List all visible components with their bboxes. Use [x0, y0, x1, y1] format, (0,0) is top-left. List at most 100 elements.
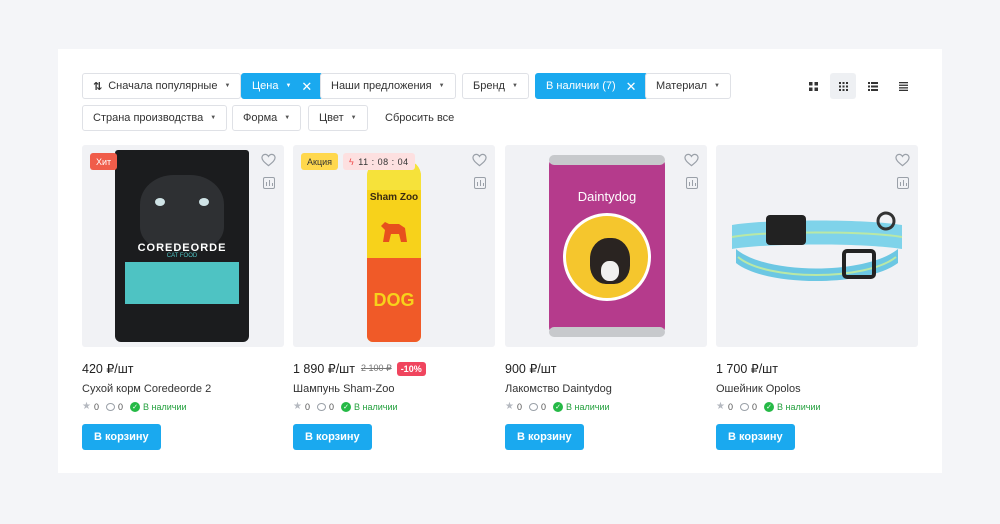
add-to-cart-button[interactable]: В корзину — [716, 424, 795, 450]
price-row: 1 700 ₽/шт — [716, 361, 778, 376]
product-meta: ★ 0 0 ✓ В наличии — [82, 401, 194, 412]
pack-sub-text: CAT FOOD — [166, 253, 198, 259]
comment-icon — [739, 402, 749, 411]
star-icon: ★ — [505, 401, 514, 412]
product-image[interactable]: Sham Zoo DOG Акция ϟ 11 : 08 : 04 — [293, 145, 495, 347]
product-photo-bottle: Sham Zoo DOG — [367, 160, 421, 342]
pack-brand-text: Sham Zoo — [369, 192, 419, 203]
filter-brand-label: Бренд — [473, 80, 505, 92]
filter-country[interactable]: Страна производства ▼ — [82, 105, 228, 131]
star-icon: ★ — [82, 401, 91, 412]
filter-shape[interactable]: Форма ▼ — [232, 105, 302, 131]
pack-sub-text: DOG — [373, 290, 415, 310]
reviews-count: 0 — [751, 401, 757, 412]
filter-offers[interactable]: Наши предложения ▼ — [320, 73, 456, 99]
table-icon — [898, 81, 908, 91]
filter-in-stock-label: В наличии (7) — [546, 80, 616, 92]
compare-icon[interactable] — [474, 177, 486, 189]
reviews-count: 0 — [328, 401, 334, 412]
caret-down-icon: ▼ — [224, 83, 231, 89]
filter-offers-label: Наши предложения — [331, 80, 432, 92]
view-grid-small-button[interactable] — [830, 73, 856, 99]
filter-in-stock[interactable]: В наличии (7) ✕ — [535, 73, 648, 99]
compare-icon[interactable] — [897, 177, 909, 189]
price-row: 1 890 ₽/шт 2 100 ₽ -10% — [293, 361, 426, 376]
product-name[interactable]: Лакомство Daintydog — [505, 383, 612, 395]
caret-down-icon: ▼ — [714, 83, 720, 89]
dog-silhouette-icon — [381, 222, 407, 242]
product-photo-can: Daintydog — [549, 155, 665, 337]
sort-icon: ⇅ — [93, 80, 102, 93]
availability-status: В наличии — [143, 401, 187, 412]
product-meta: ★ 0 0 ✓ В наличии — [716, 401, 828, 412]
filter-material[interactable]: Материал ▼ — [645, 73, 731, 99]
sale-badge: Акция — [301, 153, 338, 170]
list-icon — [868, 81, 878, 91]
discount-badge: -10% — [396, 361, 426, 376]
product-photo-pouch: COREDEORDE CAT FOOD — [115, 150, 249, 342]
heart-icon[interactable] — [472, 153, 487, 167]
compare-icon[interactable] — [263, 177, 275, 189]
product-image[interactable]: COREDEORDE CAT FOOD Хит — [82, 145, 284, 347]
product-name[interactable]: Ошейник Opolos — [716, 383, 801, 395]
reviews-count: 0 — [540, 401, 546, 412]
filter-shape-label: Форма — [243, 112, 278, 124]
view-list-button[interactable] — [860, 73, 886, 99]
old-price: 2 100 ₽ — [360, 363, 392, 373]
product-card: Sham Zoo DOG Акция ϟ 11 : 08 : 04 1 890 ₽… — [293, 145, 495, 450]
filter-color[interactable]: Цвет ▼ — [308, 105, 368, 131]
star-icon: ★ — [293, 401, 302, 412]
filter-country-label: Страна производства — [93, 112, 204, 124]
comment-icon — [316, 402, 326, 411]
availability-status: В наличии — [354, 401, 398, 412]
hit-badge: Хит — [90, 153, 118, 170]
caret-down-icon: ▼ — [210, 115, 217, 121]
price: 900 ₽/шт — [505, 362, 557, 376]
price-row: 420 ₽/шт — [82, 361, 134, 376]
product-image[interactable] — [716, 145, 918, 347]
reset-filters-label: Сбросить все — [385, 112, 455, 124]
price: 1 890 ₽/шт — [293, 362, 355, 376]
heart-icon[interactable] — [895, 153, 910, 167]
rating-count: 0 — [304, 401, 310, 412]
view-grid-large-button[interactable] — [800, 73, 826, 99]
price: 420 ₽/шт — [82, 362, 134, 376]
product-photo-collar — [731, 211, 903, 281]
sort-label: Сначала популярные — [108, 80, 218, 92]
sort-dropdown[interactable]: ⇅ Сначала популярные ▼ — [82, 73, 242, 99]
add-to-cart-button[interactable]: В корзину — [293, 424, 372, 450]
filter-row-1: ⇅ Сначала популярные ▼ Цена ▼ ✕ Наши пре… — [82, 73, 918, 99]
view-table-button[interactable] — [890, 73, 916, 99]
caret-down-icon: ▼ — [284, 115, 291, 121]
rating-count: 0 — [516, 401, 522, 412]
product-image[interactable]: Daintydog — [505, 145, 707, 347]
pack-brand-text: Daintydog — [577, 189, 637, 204]
caret-down-icon: ▼ — [511, 83, 518, 89]
check-icon: ✓ — [341, 401, 351, 412]
check-icon: ✓ — [764, 401, 774, 412]
rating-count: 0 — [727, 401, 733, 412]
grid-small-icon — [838, 81, 848, 91]
comment-icon — [528, 402, 538, 411]
check-icon: ✓ — [553, 401, 563, 412]
product-meta: ★ 0 0 ✓ В наличии — [505, 401, 617, 412]
heart-icon[interactable] — [684, 153, 699, 167]
caret-down-icon: ▼ — [285, 83, 292, 89]
add-to-cart-button[interactable]: В корзину — [505, 424, 584, 450]
close-icon[interactable]: ✕ — [626, 80, 637, 93]
close-icon[interactable]: ✕ — [301, 80, 312, 93]
add-to-cart-button[interactable]: В корзину — [82, 424, 161, 450]
countdown-timer: ϟ 11 : 08 : 04 — [343, 153, 415, 170]
heart-icon[interactable] — [261, 153, 276, 167]
check-icon: ✓ — [130, 401, 140, 412]
caret-down-icon: ▼ — [438, 83, 445, 89]
reset-filters-button[interactable]: Сбросить все — [374, 105, 466, 131]
lightning-icon: ϟ — [349, 156, 355, 167]
filter-price[interactable]: Цена ▼ ✕ — [241, 73, 324, 99]
timer-value: 11 : 08 : 04 — [358, 156, 409, 167]
filter-brand[interactable]: Бренд ▼ — [462, 73, 529, 99]
product-name[interactable]: Сухой корм Coredeorde 2 — [82, 383, 211, 395]
product-name[interactable]: Шампунь Sham-Zoo — [293, 383, 394, 395]
compare-icon[interactable] — [686, 177, 698, 189]
product-card: COREDEORDE CAT FOOD Хит 420 ₽/шт Сухой к… — [82, 145, 284, 450]
